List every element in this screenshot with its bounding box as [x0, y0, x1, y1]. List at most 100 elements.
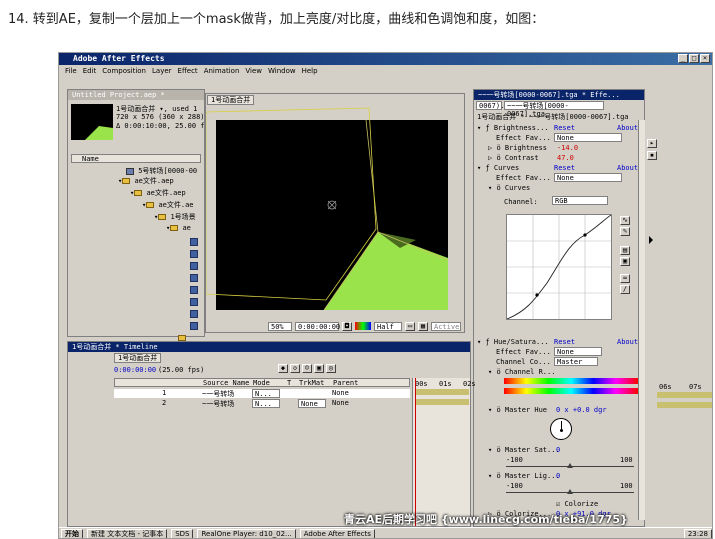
layer-mode[interactable]: N... — [252, 389, 280, 398]
menu-effect[interactable]: Effect — [178, 66, 198, 77]
menu-help[interactable]: Help — [302, 66, 318, 77]
project-item[interactable]: ▾ ae文件.aep — [118, 176, 174, 186]
about-link[interactable]: About — [617, 164, 638, 172]
camera-icon[interactable]: ◘ — [342, 321, 352, 331]
stopwatch-icon[interactable]: ö — [496, 368, 500, 376]
shy-icon[interactable]: ☺ — [302, 364, 312, 373]
menu-composition[interactable]: Composition — [102, 66, 146, 77]
stopwatch-icon[interactable]: ö — [496, 184, 500, 192]
save-icon[interactable]: ▣ — [620, 257, 630, 266]
effect-fav-dropdown[interactable]: None — [554, 133, 622, 142]
saturation-slider-handle[interactable] — [567, 463, 573, 468]
footage-thumb-icon[interactable] — [190, 262, 198, 270]
layer-parent[interactable]: None — [332, 399, 349, 407]
footage-thumb-icon[interactable] — [190, 322, 198, 330]
minimize-icon[interactable]: _ — [678, 54, 688, 63]
effect-scrollbar[interactable] — [638, 120, 645, 520]
taskbar-item[interactable]: SDS — [171, 528, 194, 538]
about-link[interactable]: About — [617, 124, 638, 132]
channel-icon[interactable] — [355, 322, 371, 330]
trkmat-col[interactable]: TrkMat — [299, 379, 324, 387]
current-time-indicator[interactable] — [415, 378, 416, 526]
taskbar-item[interactable]: 新建 文本文档 - 记事本 — [87, 528, 168, 538]
roi-icon[interactable]: ▭ — [405, 321, 415, 331]
reset-link[interactable]: Reset — [554, 124, 575, 132]
contrast-value[interactable]: 47.0 — [557, 154, 574, 162]
linear-icon[interactable]: / — [620, 285, 630, 294]
mask-outline[interactable] — [205, 94, 386, 304]
menu-view[interactable]: View — [245, 66, 262, 77]
footage-thumb-icon[interactable] — [190, 238, 198, 246]
brightness-value[interactable]: -14.0 — [557, 144, 578, 152]
t-col[interactable]: T — [287, 379, 291, 387]
hue-dial-icon[interactable] — [550, 418, 572, 440]
layer-duration-bar[interactable] — [657, 402, 712, 408]
footage-thumb-icon[interactable] — [190, 286, 198, 294]
taskbar-item[interactable]: Adobe After Effects — [299, 528, 375, 538]
stopwatch-icon[interactable]: ö — [496, 144, 500, 152]
master-hue-value[interactable]: 0 x +0.0 dgr — [556, 406, 607, 414]
footage-thumb-icon[interactable] — [190, 274, 198, 282]
name-column-label[interactable]: Name — [82, 155, 99, 163]
layer-mode[interactable]: N... — [252, 399, 280, 408]
curve-tool-icon[interactable]: ∿ — [620, 216, 630, 225]
start-button[interactable]: 开始 — [61, 528, 83, 538]
frame-blend-icon[interactable]: ▣ — [314, 364, 324, 373]
menu-animation[interactable]: Animation — [204, 66, 240, 77]
zoom-dropdown[interactable]: 50% — [268, 321, 292, 331]
channel-dropdown[interactable]: RGB — [552, 196, 608, 205]
stopwatch-icon[interactable]: ö — [496, 472, 500, 480]
resolution-dropdown[interactable]: Half — [374, 321, 402, 331]
effect-fav-dropdown[interactable]: None — [554, 173, 622, 182]
effect-fav-dropdown[interactable]: None — [554, 347, 602, 356]
project-item[interactable]: ▾ ae文件.aep — [130, 188, 186, 198]
parent-col[interactable]: Parent — [333, 379, 358, 387]
project-item[interactable]: ▾ ae文件.ae — [142, 200, 194, 210]
arrow-right-icon[interactable]: ▸ — [647, 139, 657, 148]
project-item[interactable]: ▾ ae — [166, 224, 191, 232]
footage-thumb-icon[interactable] — [190, 310, 198, 318]
source-name-col[interactable]: Source Name — [203, 379, 249, 387]
timeline-ruler-area[interactable]: 00s 01s 02s — [412, 378, 476, 526]
active-camera-dropdown[interactable]: Active — [431, 321, 461, 331]
footage-thumb-icon[interactable] — [190, 298, 198, 306]
layer-duration-bar[interactable] — [657, 392, 712, 398]
tab-layer-prev[interactable]: 0067).tga — [476, 101, 517, 110]
menu-layer[interactable]: Layer — [152, 66, 172, 77]
comp-flowchart-icon[interactable]: ◆ — [278, 364, 288, 373]
motion-blur-icon[interactable]: ◎ — [326, 364, 336, 373]
effect-brightness-contrast[interactable]: ▾ ƒ Brightness... — [477, 124, 549, 132]
layer-duration-bar[interactable] — [415, 399, 469, 405]
menu-edit[interactable]: Edit — [83, 66, 97, 77]
table-row[interactable]: 2 ~一号转场 N... None None — [114, 399, 410, 408]
about-link[interactable]: About — [617, 338, 638, 346]
timeline-timecode[interactable]: 0:00:00:00 — [114, 366, 156, 374]
layer-trkmat[interactable]: None — [298, 399, 326, 408]
pencil-icon[interactable]: ✎ — [620, 227, 630, 236]
effect-curves[interactable]: ▾ ƒ Curves — [477, 164, 519, 172]
reset-link[interactable]: Reset — [554, 338, 575, 346]
channel-control-dropdown[interactable]: Master — [554, 357, 598, 366]
timeline-tab[interactable]: 1号动画合并 — [114, 353, 162, 363]
master-lightness-value[interactable]: 0 — [556, 472, 560, 480]
close-icon[interactable]: × — [700, 54, 710, 63]
project-item[interactable]: 5号转场[0000-00 — [126, 166, 197, 176]
table-row[interactable]: 1 ~一号转场 N... None — [114, 389, 410, 398]
draft3d-icon[interactable]: ◇ — [290, 364, 300, 373]
layer-duration-bar[interactable] — [415, 389, 469, 395]
menu-file[interactable]: File — [65, 66, 77, 77]
stopwatch-icon[interactable]: ö — [496, 154, 500, 162]
reset-link[interactable]: Reset — [554, 164, 575, 172]
project-item[interactable]: ▾ 1号场景 — [154, 212, 196, 222]
menu-window[interactable]: Window — [268, 66, 296, 77]
tab-layer-current[interactable]: ~~一号转场[0000-0067].tga — [504, 101, 604, 118]
colorize-checkbox[interactable]: ☑ Colorize — [556, 500, 598, 508]
maximize-icon[interactable]: □ — [689, 54, 699, 63]
footage-thumb-icon[interactable] — [190, 250, 198, 258]
layer-parent[interactable]: None — [332, 389, 349, 397]
lightness-slider-handle[interactable] — [567, 489, 573, 494]
curves-graph[interactable] — [506, 214, 612, 320]
comp-timecode[interactable]: 0:00:00:00 — [295, 321, 340, 331]
master-saturation-value[interactable]: 0 — [556, 446, 560, 454]
mode-col[interactable]: Mode — [253, 379, 270, 387]
